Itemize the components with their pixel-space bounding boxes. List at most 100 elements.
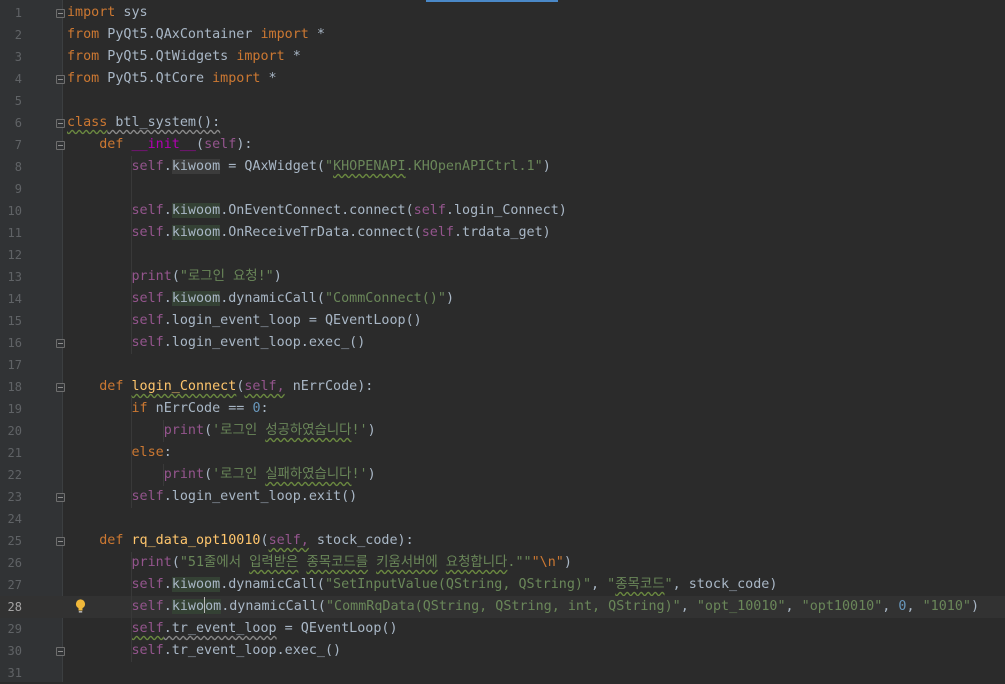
code-token: kiwoom xyxy=(171,577,221,592)
indent-guide xyxy=(163,464,164,486)
code-token: , xyxy=(882,599,899,614)
fold-marker-icon[interactable] xyxy=(56,537,65,546)
code-token: from xyxy=(67,71,100,86)
code-token: .OnReceiveTrData.connect( xyxy=(220,225,422,240)
code-line[interactable]: 28 self.kiwoom.dynamicCall("CommRqData(Q… xyxy=(0,596,1005,618)
code-token: .dynamicCall( xyxy=(221,599,326,614)
code-token: ( xyxy=(171,555,180,570)
code-token: class xyxy=(67,115,108,130)
code-token: 입력받은 xyxy=(249,555,299,570)
code-token: self xyxy=(131,203,164,218)
code-token: ."" xyxy=(507,555,532,570)
code-line[interactable]: 17 xyxy=(0,354,1005,376)
indent-guide xyxy=(131,156,132,354)
code-token: 0 xyxy=(252,401,261,416)
fold-marker-icon[interactable] xyxy=(56,339,65,348)
code-token: 종목코드 xyxy=(615,577,665,592)
code-line[interactable]: 11 self.kiwoom.OnReceiveTrData.connect(s… xyxy=(0,222,1005,244)
code-token: ) xyxy=(445,291,454,306)
code-token: self xyxy=(204,137,237,152)
fold-marker-icon[interactable] xyxy=(56,119,65,128)
code-line[interactable]: 19 if nErrCode == 0: xyxy=(0,398,1005,420)
code-token: !' xyxy=(351,467,368,482)
code-text: self.tr_event_loop.exec_() xyxy=(67,640,342,662)
code-token: , xyxy=(906,599,923,614)
code-token: ) xyxy=(563,555,572,570)
code-text: print('로그인 성공하였습니다!') xyxy=(67,420,376,442)
code-line[interactable]: 24 xyxy=(0,508,1005,530)
code-token: import xyxy=(236,49,285,64)
code-line[interactable]: 5 xyxy=(0,90,1005,112)
code-text: self.kiwoom.OnEventConnect.connect(self.… xyxy=(67,200,567,222)
code-token: .login_event_loop.exit() xyxy=(163,489,358,504)
code-token: self, xyxy=(244,379,285,394)
code-line[interactable]: 10 self.kiwoom.OnEventConnect.connect(se… xyxy=(0,200,1005,222)
code-token: self, xyxy=(268,533,309,548)
code-line[interactable]: 15 self.login_event_loop = QEventLoop() xyxy=(0,310,1005,332)
line-number: 28 xyxy=(7,600,22,614)
code-token: .dynamicCall( xyxy=(220,291,325,306)
code-line[interactable]: 14 self.kiwoom.dynamicCall("CommConnect(… xyxy=(0,288,1005,310)
code-line[interactable]: 7 def __init__(self): xyxy=(0,134,1005,156)
code-line[interactable]: 13 print("로그인 요청!") xyxy=(0,266,1005,288)
code-line[interactable]: 29 self.tr_event_loop = QEventLoop() xyxy=(0,618,1005,640)
fold-marker-icon[interactable] xyxy=(56,9,65,18)
line-number: 12 xyxy=(7,248,22,262)
code-token: ): xyxy=(236,137,253,152)
code-text: from PyQt5.QtCore import * xyxy=(67,68,277,90)
fold-marker-icon[interactable] xyxy=(56,647,65,656)
code-line[interactable]: 8 self.kiwoom = QAxWidget("KHOPENAPI.KHO… xyxy=(0,156,1005,178)
code-token: __init__ xyxy=(131,137,197,152)
code-line[interactable]: 25 def rq_data_opt10010(self, stock_code… xyxy=(0,530,1005,552)
code-line[interactable]: 23 self.login_event_loop.exit() xyxy=(0,486,1005,508)
line-number: 5 xyxy=(14,94,22,108)
code-line[interactable]: 18 def login_Connect(self, nErrCode): xyxy=(0,376,1005,398)
code-line[interactable]: 4 from PyQt5.QtCore import * xyxy=(0,68,1005,90)
code-text: if nErrCode == 0: xyxy=(67,398,269,420)
code-token: print xyxy=(131,269,172,284)
line-number: 21 xyxy=(7,446,22,460)
line-number: 17 xyxy=(7,358,22,372)
code-token: kiwoom xyxy=(171,225,221,240)
fold-marker-icon[interactable] xyxy=(56,75,65,84)
code-line[interactable]: 21 else: xyxy=(0,442,1005,464)
code-line[interactable]: 26 print("51줄에서 입력받은 종목코드를 키움서버에 요청합니다."… xyxy=(0,552,1005,574)
code-token: . xyxy=(163,291,172,306)
code-line[interactable]: 1 import sys xyxy=(0,2,1005,24)
code-line[interactable]: 6 class btl_system(): xyxy=(0,112,1005,134)
code-line[interactable]: 27 self.kiwoom.dynamicCall("SetInputValu… xyxy=(0,574,1005,596)
fold-marker-icon[interactable] xyxy=(56,383,65,392)
code-token: " xyxy=(664,577,673,592)
code-text: self.login_event_loop.exec_() xyxy=(67,332,366,354)
line-number: 30 xyxy=(7,644,22,658)
fold-marker-icon[interactable] xyxy=(56,141,65,150)
code-line[interactable]: 12 xyxy=(0,244,1005,266)
code-line[interactable]: 31 xyxy=(0,662,1005,684)
code-token: self xyxy=(131,577,164,592)
code-text: self.kiwoom.OnReceiveTrData.connect(self… xyxy=(67,222,551,244)
code-token: KHOPENAPI xyxy=(333,159,406,174)
code-line[interactable]: 3 from PyQt5.QtWidgets import * xyxy=(0,46,1005,68)
code-token: 성공하였습니다 xyxy=(265,423,352,438)
code-token: nErrCode): xyxy=(284,379,374,394)
code-line[interactable]: 16 self.login_event_loop.exec_() xyxy=(0,332,1005,354)
code-token: .login_event_loop.exec_() xyxy=(163,335,366,350)
code-token: kiwo xyxy=(171,599,205,614)
code-token: " xyxy=(325,159,334,174)
code-editor[interactable]: 1 import sys 2 from PyQt5.QAxContainer impo… xyxy=(0,0,1005,682)
code-line[interactable]: 20 print('로그인 성공하였습니다!') xyxy=(0,420,1005,442)
code-line[interactable]: 2 from PyQt5.QAxContainer import * xyxy=(0,24,1005,46)
code-text: self.kiwoom.dynamicCall("SetInputValue(Q… xyxy=(67,574,777,596)
code-line[interactable]: 30 self.tr_event_loop.exec_() xyxy=(0,640,1005,662)
code-line[interactable]: 22 print('로그인 실패하였습니다!') xyxy=(0,464,1005,486)
code-line[interactable]: 9 xyxy=(0,178,1005,200)
code-text: self.login_event_loop = QEventLoop() xyxy=(67,310,422,332)
code-token: print xyxy=(163,423,205,438)
fold-marker-icon[interactable] xyxy=(56,493,65,502)
code-token: self xyxy=(131,225,164,240)
